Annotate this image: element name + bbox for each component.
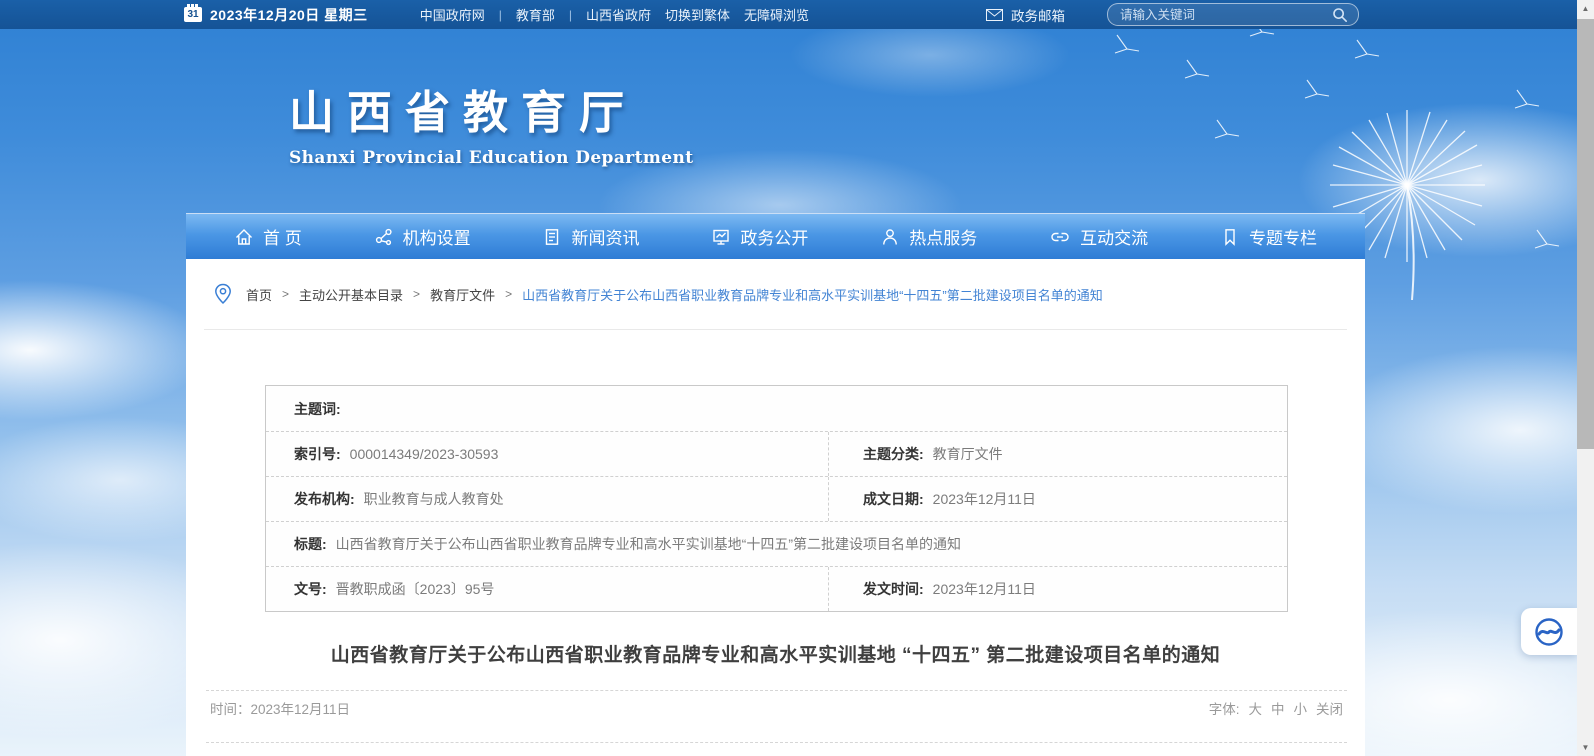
site-logo: 山西省教育厅 Shanxi Provincial Education Depar… — [289, 76, 693, 168]
gov-mail: 政务邮箱 — [986, 5, 1065, 25]
interact-icon — [1049, 227, 1071, 247]
nav-item-gov-affairs[interactable]: 政务公开 — [711, 224, 808, 249]
time-value: 2023年12月11日 — [251, 702, 351, 717]
breadcrumb-separator: > — [282, 287, 289, 301]
link-ministry-education[interactable]: 教育部 — [516, 5, 555, 24]
nav-item-news[interactable]: 新闻资讯 — [542, 224, 639, 249]
nav-label: 专题专栏 — [1249, 224, 1317, 249]
link-separator: | — [499, 8, 502, 22]
field-label-index-number: 索引号: — [294, 444, 341, 464]
table-row: 索引号: 000014349/2023-30593 主题分类: 教育厅文件 — [266, 431, 1287, 476]
nav-label: 首 页 — [263, 224, 302, 249]
breadcrumb-divider — [204, 329, 1347, 330]
main-navigation: 首 页 机构设置 新闻资讯 政务公开 — [186, 213, 1365, 259]
font-size-large-button[interactable]: 大 — [1249, 698, 1263, 742]
hot-service-icon — [880, 227, 900, 247]
breadcrumb-separator: > — [505, 287, 512, 301]
field-label-subject-words: 主题词: — [294, 399, 341, 419]
floating-service-button[interactable] — [1521, 608, 1577, 655]
field-value-title: 山西省教育厅关于公布山西省职业教育品牌专业和高水平实训基地“十四五”第二批建设项… — [336, 534, 961, 554]
link-accessibility[interactable]: 无障碍浏览 — [744, 5, 809, 24]
field-value-issue-time: 2023年12月11日 — [933, 579, 1036, 599]
gov-service-icon — [1534, 617, 1564, 647]
field-label-title: 标题: — [294, 534, 327, 554]
table-row: 发布机构: 职业教育与成人教育处 成文日期: 2023年12月11日 — [266, 476, 1287, 521]
location-pin-icon — [214, 283, 232, 305]
table-row: 标题: 山西省教育厅关于公布山西省职业教育品牌专业和高水平实训基地“十四五”第二… — [266, 521, 1287, 566]
news-icon — [542, 227, 562, 247]
link-separator: | — [569, 8, 572, 22]
content-panel: 首页 > 主动公开基本目录 > 教育厅文件 > 山西省教育厅关于公布山西省职业教… — [186, 259, 1365, 756]
nav-item-interaction[interactable]: 互动交流 — [1049, 224, 1148, 249]
close-button[interactable]: 关闭 — [1316, 698, 1343, 742]
scroll-up-arrow[interactable]: ▲ — [1577, 0, 1594, 17]
calendar-icon: 31 — [184, 7, 202, 22]
link-china-gov[interactable]: 中国政府网 — [420, 5, 485, 24]
topics-icon — [1220, 227, 1240, 247]
search-icon[interactable] — [1332, 7, 1348, 23]
search-box — [1107, 3, 1359, 26]
breadcrumb-current[interactable]: 山西省教育厅关于公布山西省职业教育品牌专业和高水平实训基地“十四五”第二批建设项… — [522, 285, 1103, 304]
article-meta-bar: 时间：2023年12月11日 字体: 大 中 小 关闭 — [206, 690, 1347, 743]
field-value-document-number: 晋教职成函〔2023〕95号 — [336, 579, 495, 599]
field-value-issuing-agency: 职业教育与成人教育处 — [364, 489, 504, 509]
breadcrumb-catalog[interactable]: 主动公开基本目录 — [299, 285, 403, 304]
field-label-issue-time: 发文时间: — [863, 579, 924, 599]
nav-label: 热点服务 — [909, 224, 977, 249]
font-size-small-button[interactable]: 小 — [1294, 698, 1308, 742]
table-row: 文号: 晋教职成函〔2023〕95号 发文时间: 2023年12月11日 — [266, 566, 1287, 611]
field-value-index-number: 000014349/2023-30593 — [350, 446, 499, 462]
gov-mail-link[interactable]: 政务邮箱 — [1011, 5, 1065, 25]
search-input[interactable] — [1118, 7, 1332, 23]
field-value-written-date: 2023年12月11日 — [933, 489, 1036, 509]
nav-label: 机构设置 — [403, 224, 471, 249]
nav-label: 互动交流 — [1080, 224, 1148, 249]
current-date: 2023年12月20日 星期三 — [210, 5, 368, 25]
link-traditional-chinese[interactable]: 切换到繁体 — [665, 5, 730, 24]
site-title: 山西省教育厅 — [289, 76, 693, 141]
scroll-down-arrow[interactable]: ▼ — [1577, 739, 1594, 756]
top-links: 中国政府网 | 教育部 | 山西省政府 切换到繁体 无障碍浏览 — [420, 5, 809, 24]
field-label-subject-category: 主题分类: — [863, 444, 924, 464]
scrollbar-thumb[interactable] — [1577, 19, 1594, 449]
scrollbar[interactable]: ▲ ▼ — [1577, 0, 1594, 756]
document-info-table: 主题词: 索引号: 000014349/2023-30593 主题分类: 教育厅… — [265, 385, 1288, 612]
breadcrumb-documents[interactable]: 教育厅文件 — [430, 285, 495, 304]
field-label-document-number: 文号: — [294, 579, 327, 599]
gov-open-icon — [711, 227, 731, 247]
font-size-medium-button[interactable]: 中 — [1271, 698, 1285, 742]
link-shanxi-gov[interactable]: 山西省政府 — [586, 5, 651, 24]
font-label: 字体: — [1209, 698, 1240, 742]
page: 31 2023年12月20日 星期三 中国政府网 | 教育部 | 山西省政府 切… — [0, 0, 1594, 756]
nav-item-organization[interactable]: 机构设置 — [374, 224, 471, 249]
field-value-subject-category: 教育厅文件 — [933, 444, 1003, 464]
page-title: 山西省教育厅关于公布山西省职业教育品牌专业和高水平实训基地 “十四五” 第二批建… — [186, 640, 1365, 667]
nav-label: 新闻资讯 — [571, 224, 639, 249]
nav-item-special-topics[interactable]: 专题专栏 — [1220, 224, 1317, 249]
breadcrumb-home[interactable]: 首页 — [246, 285, 272, 304]
mail-icon — [986, 9, 1003, 21]
breadcrumb-separator: > — [413, 287, 420, 301]
font-controls: 字体: 大 中 小 关闭 — [1209, 698, 1343, 742]
site-subtitle: Shanxi Provincial Education Department — [289, 148, 693, 168]
field-label-written-date: 成文日期: — [863, 489, 924, 509]
breadcrumb: 首页 > 主动公开基本目录 > 教育厅文件 > 山西省教育厅关于公布山西省职业教… — [214, 283, 1103, 305]
home-icon — [234, 227, 254, 247]
nav-item-home[interactable]: 首 页 — [234, 224, 302, 249]
org-icon — [374, 227, 394, 247]
nav-item-hot-services[interactable]: 热点服务 — [880, 224, 977, 249]
field-label-issuing-agency: 发布机构: — [294, 489, 355, 509]
time-label: 时间： — [210, 702, 251, 717]
top-utility-bar: 31 2023年12月20日 星期三 中国政府网 | 教育部 | 山西省政府 切… — [0, 0, 1577, 29]
table-row: 主题词: — [266, 386, 1287, 431]
article-time: 时间：2023年12月11日 — [210, 698, 350, 742]
nav-label: 政务公开 — [740, 224, 808, 249]
